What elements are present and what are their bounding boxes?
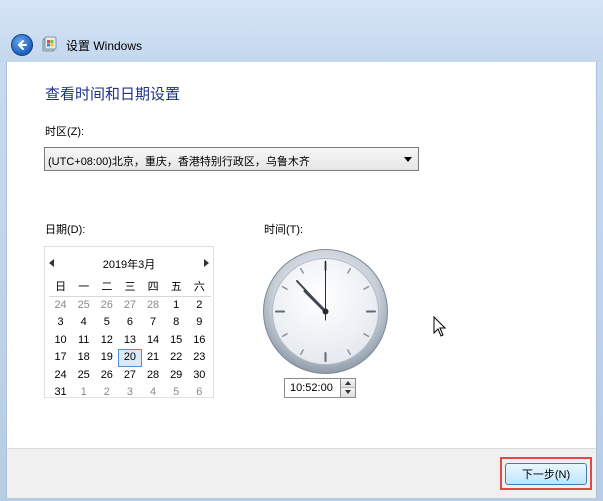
calendar-day[interactable]: 26 [95, 367, 118, 385]
calendar-day[interactable]: 28 [142, 367, 165, 385]
calendar-day-selected[interactable]: 20 [118, 349, 142, 367]
calendar-day[interactable]: 9 [188, 314, 211, 332]
window-frame: 设置 Windows 查看时间和日期设置 时区(Z): (UTC+08:00)北… [0, 0, 603, 501]
calendar-day[interactable]: 5 [165, 384, 188, 402]
calendar-day[interactable]: 25 [72, 367, 95, 385]
calendar-grid: 日 一 二 三 四 五 六 24 25 26 27 28 1 2 3 4 5 6… [49, 279, 211, 402]
back-button[interactable] [11, 34, 33, 56]
calendar-day[interactable]: 25 [72, 297, 95, 315]
calendar-day[interactable]: 16 [188, 332, 211, 350]
calendar-day[interactable]: 5 [95, 314, 118, 332]
title-bar: 设置 Windows [0, 0, 603, 62]
calendar-day[interactable]: 12 [95, 332, 118, 350]
next-button-highlight: 下一步(N) [500, 457, 592, 490]
calendar-day[interactable]: 19 [95, 349, 118, 367]
calendar-week: 17 18 19 20 21 22 23 [49, 349, 211, 367]
calendar-day[interactable]: 10 [49, 332, 72, 350]
mouse-pointer-icon [433, 316, 447, 337]
weekday-header: 三 [124, 281, 136, 293]
calendar-day[interactable]: 6 [118, 314, 141, 332]
date-label: 日期(D): [45, 224, 86, 236]
calendar-day[interactable]: 28 [142, 297, 165, 315]
next-month-icon[interactable] [204, 259, 209, 267]
calendar-day[interactable]: 2 [188, 297, 211, 315]
calendar-day[interactable]: 3 [49, 314, 72, 332]
calendar-day[interactable]: 31 [49, 384, 72, 402]
weekday-header: 六 [193, 281, 205, 293]
calendar: 2019年3月 日 一 二 三 四 五 六 24 25 26 27 28 1 2 [44, 246, 214, 398]
calendar-day[interactable]: 4 [142, 384, 165, 402]
window-title: 设置 Windows [66, 39, 143, 53]
calendar-week: 31 1 2 3 4 5 6 [49, 384, 211, 402]
calendar-week: 3 4 5 6 7 8 9 [49, 314, 211, 332]
time-input[interactable]: 10:52:00 [284, 378, 341, 398]
calendar-day[interactable]: 21 [142, 349, 165, 367]
weekday-row: 日 一 二 三 四 五 六 [49, 279, 211, 297]
spin-down-icon[interactable] [341, 388, 355, 397]
calendar-day[interactable]: 27 [118, 297, 141, 315]
page-heading: 查看时间和日期设置 [45, 86, 181, 103]
calendar-day[interactable]: 11 [72, 332, 95, 350]
calendar-day[interactable]: 1 [165, 297, 188, 315]
calendar-day[interactable]: 27 [118, 367, 141, 385]
spin-up-icon[interactable] [341, 379, 355, 388]
calendar-day[interactable]: 24 [49, 297, 72, 315]
time-label: 时间(T): [264, 224, 304, 236]
calendar-day[interactable]: 30 [188, 367, 211, 385]
chevron-down-icon [404, 157, 412, 162]
calendar-day[interactable]: 15 [165, 332, 188, 350]
calendar-month-title[interactable]: 2019年3月 [45, 256, 213, 272]
calendar-day[interactable]: 26 [95, 297, 118, 315]
timezone-label: 时区(Z): [45, 126, 85, 138]
analog-clock-icon [263, 249, 388, 374]
windows-setup-icon [42, 36, 57, 52]
calendar-day[interactable]: 13 [118, 332, 141, 350]
calendar-day[interactable]: 7 [142, 314, 165, 332]
calendar-week: 24 25 26 27 28 29 30 [49, 367, 211, 385]
calendar-day[interactable]: 8 [165, 314, 188, 332]
calendar-header: 2019年3月 [45, 255, 213, 271]
calendar-day[interactable]: 22 [165, 349, 188, 367]
timezone-dropdown[interactable]: (UTC+08:00)北京，重庆，香港特别行政区，乌鲁木齐 [44, 147, 419, 171]
calendar-week: 10 11 12 13 14 15 16 [49, 332, 211, 350]
calendar-day[interactable]: 4 [72, 314, 95, 332]
weekday-header: 四 [147, 281, 159, 293]
calendar-day[interactable]: 1 [72, 384, 95, 402]
weekday-header: 一 [78, 281, 90, 293]
weekday-header: 日 [55, 281, 67, 293]
calendar-day[interactable]: 17 [49, 349, 72, 367]
calendar-day[interactable]: 29 [165, 367, 188, 385]
timezone-value: (UTC+08:00)北京，重庆，香港特别行政区，乌鲁木齐 [48, 156, 310, 168]
back-arrow-icon [18, 40, 27, 50]
calendar-day[interactable]: 14 [142, 332, 165, 350]
calendar-day[interactable]: 24 [49, 367, 72, 385]
calendar-day[interactable]: 2 [95, 384, 118, 402]
time-spinner [341, 378, 356, 398]
weekday-header: 二 [101, 281, 113, 293]
calendar-day[interactable]: 6 [188, 384, 211, 402]
calendar-week: 24 25 26 27 28 1 2 [49, 297, 211, 315]
next-button[interactable]: 下一步(N) [505, 463, 587, 485]
calendar-day[interactable]: 23 [188, 349, 211, 367]
calendar-day[interactable]: 18 [72, 349, 95, 367]
calendar-day[interactable]: 3 [118, 384, 141, 402]
weekday-header: 五 [170, 281, 182, 293]
